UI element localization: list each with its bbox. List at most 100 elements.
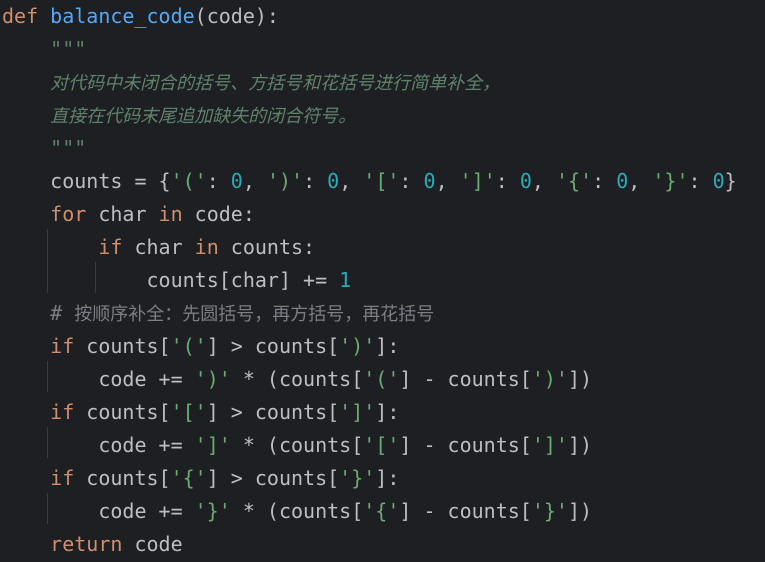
code-token-txt: counts[ [74,400,171,424]
code-line[interactable]: if char in counts: [2,231,315,264]
code-token-kw: for [50,202,87,226]
code-token-str: ')' [531,367,568,391]
code-line[interactable]: # 按顺序补全：先圆括号，再方括号，再花括号 [2,297,434,330]
code-token-str: '[' [363,169,400,193]
code-token-str: '}' [339,466,376,490]
code-token-num: 0 [230,169,243,193]
code-token-txt: ] - counts[ [399,367,532,391]
code-token-txt: char [122,235,195,259]
code-line[interactable]: return code [2,528,183,561]
code-token-kw: if [50,400,75,424]
code-token-kw: in [194,235,219,259]
code-token-txt: } [724,169,737,193]
code-line[interactable]: code += '}' * (counts['{'] - counts['}']… [2,495,592,528]
code-token-str: '{' [363,499,400,523]
code-token-txt: ] > counts[ [206,334,340,358]
code-token-kw: def [2,4,39,28]
code-token-str: '{' [170,466,207,490]
code-token-kw: if [98,235,123,259]
code-token-str: ')' [339,334,376,358]
code-token-num: 1 [339,268,352,292]
code-token-kw: if [50,334,75,358]
code-token-txt: code += [2,367,195,391]
code-token-txt: code [122,532,183,556]
code-token-txt: * (counts[ [230,367,364,391]
code-editor[interactable]: def balance_code(code): """ 对代码中未闭合的括号、方… [0,0,765,562]
code-token-str: '[' [170,400,207,424]
code-token-str: ')' [266,169,304,193]
code-token-str: ')' [194,367,231,391]
code-token-cmt-cn: 按顺序补全：先圆括号，再方括号，再花括号 [74,304,435,325]
code-token-txt: ] > counts[ [206,466,340,490]
code-line[interactable]: counts = {'(': 0, ')': 0, '[': 0, ']': 0… [2,165,737,198]
code-line[interactable]: 直接在代码末尾追加缺失的闭合符号。 [2,99,356,132]
code-token-txt: ]: [375,400,400,424]
code-token-cmt: # [50,301,75,325]
code-token-num: 0 [423,169,436,193]
code-token-txt: , [242,169,267,193]
code-token-txt: ] > counts[ [206,400,340,424]
code-line[interactable]: counts[char] += 1 [2,264,351,297]
code-line[interactable]: if counts['{'] > counts['}']: [2,462,399,495]
code-line[interactable]: for char in code: [2,198,255,231]
code-line[interactable]: 对代码中未闭合的括号、方括号和花括号进行简单补全， [2,66,500,99]
code-token-txt: : [495,169,520,193]
code-token-txt: ]) [567,433,593,457]
code-token-txt: ]: [375,466,400,490]
code-token-doc: """ [50,136,87,160]
code-token-str: ']' [459,169,496,193]
code-token-txt: , [628,169,653,193]
code-token-txt: : [399,169,424,193]
code-token-txt: ] - counts[ [399,499,532,523]
code-token-num: 0 [327,169,340,193]
code-token-txt: counts[ [74,466,171,490]
code-token-txt: code += [2,433,195,457]
code-token-txt: (code): [194,4,279,28]
code-token-str: '}' [194,499,231,523]
code-line[interactable]: if counts['['] > counts[']']: [2,396,399,429]
code-token-txt: char [86,202,159,226]
code-token-txt: : [592,169,617,193]
code-token-txt: , [339,169,364,193]
code-line[interactable]: if counts['('] > counts[')']: [2,330,399,363]
code-token-num: 0 [712,169,725,193]
code-token-txt: * (counts[ [230,499,364,523]
code-token-str: '(' [170,169,207,193]
code-token-fn: balance_code [50,4,195,28]
code-line[interactable]: """ [2,33,86,66]
code-token-txt: code += [2,499,195,523]
code-line[interactable]: def balance_code(code): [2,0,279,33]
code-token-txt: counts[char] += [2,268,340,292]
code-token-doc-cn: 直接在代码末尾追加缺失的闭合符号。 [50,106,357,127]
code-token-str: '}' [652,169,689,193]
code-line[interactable]: code += ']' * (counts['['] - counts[']']… [2,429,592,462]
code-token-kw: return [50,532,123,556]
code-token-txt: counts[ [74,334,171,358]
code-token-doc: """ [50,37,87,61]
code-token-str: ']' [339,400,376,424]
code-token-txt: counts: [218,235,316,259]
code-token-str: '}' [531,499,568,523]
code-line[interactable]: """ [2,132,86,165]
code-token-txt: : [303,169,328,193]
code-token-txt: ]: [375,334,400,358]
code-token-txt: * (counts[ [230,433,364,457]
code-token-str: '(' [170,334,207,358]
code-token-txt: counts = { [2,169,171,193]
code-token-doc-cn: 对代码中未闭合的括号、方括号和花括号进行简单补全， [50,73,501,94]
code-token-txt: ] - counts[ [399,433,532,457]
code-token-str: ']' [531,433,568,457]
code-line[interactable]: code += ')' * (counts['('] - counts[')']… [2,363,592,396]
code-token-num: 0 [519,169,532,193]
